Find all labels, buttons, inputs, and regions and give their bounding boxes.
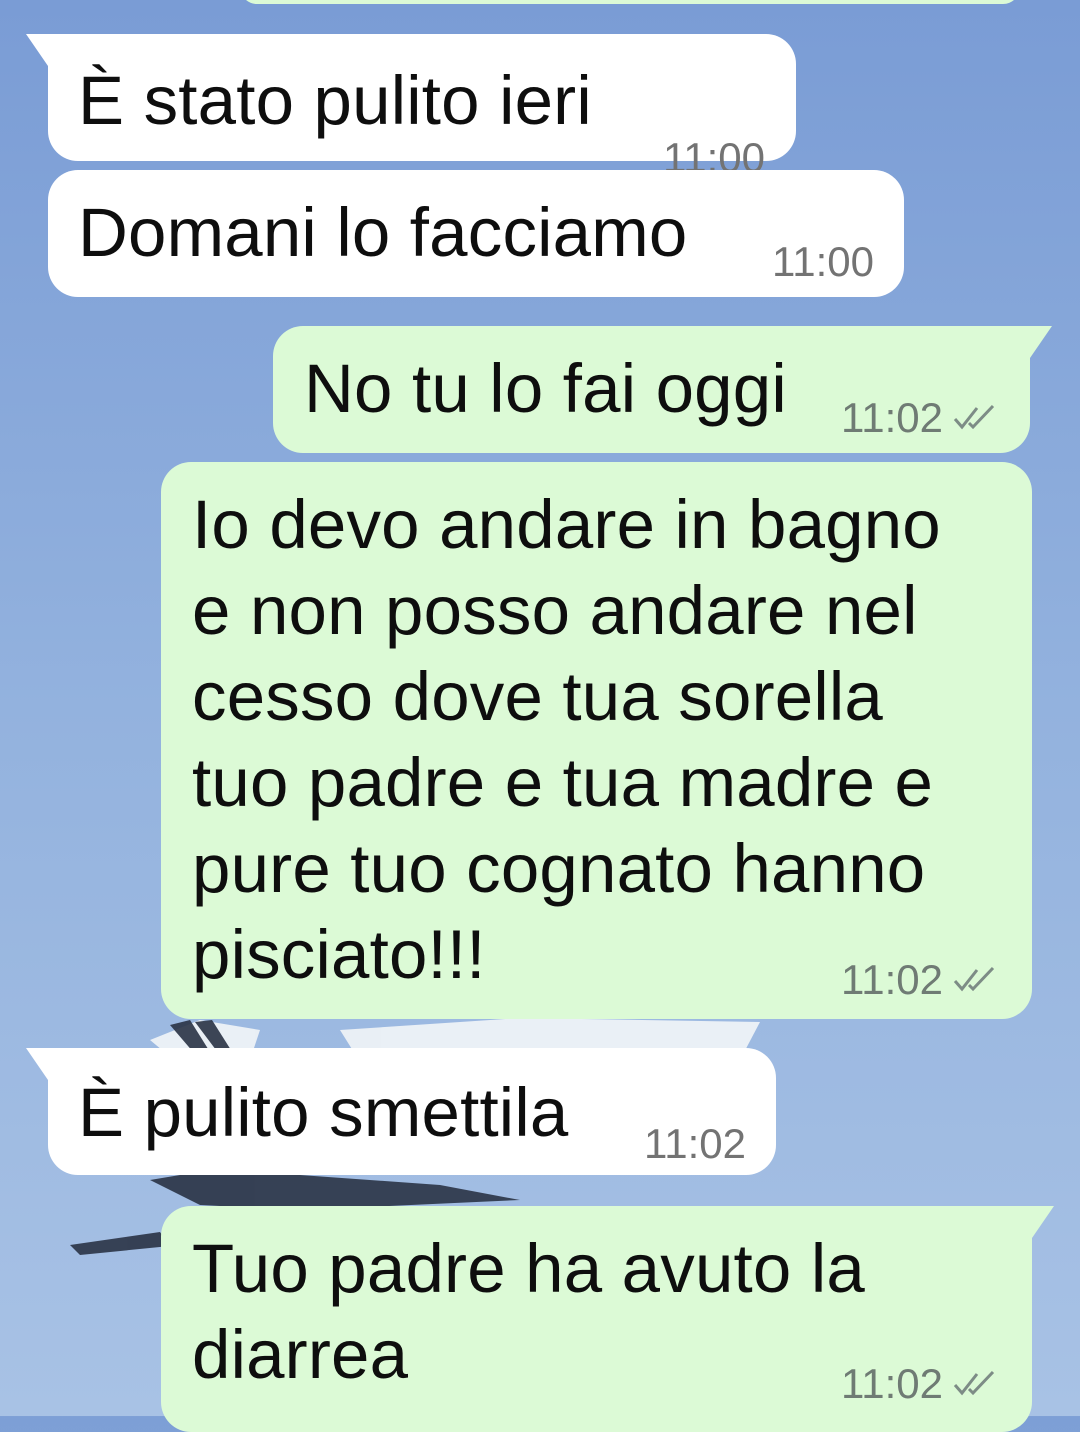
bubble-tail bbox=[1030, 326, 1052, 358]
message-time: 11:00 bbox=[772, 238, 874, 285]
message-timestamp-row: 11:02 bbox=[841, 1360, 997, 1408]
message-text-line: cesso dove tua sorella bbox=[192, 658, 883, 735]
message-time: 11:02 bbox=[644, 1120, 746, 1167]
outgoing-message-bubble[interactable]: Tuo padre ha avuto la diarrea 11:02 bbox=[161, 1206, 1054, 1432]
message-text: È pulito smettila bbox=[78, 1074, 569, 1151]
incoming-message-bubble[interactable]: È stato pulito ieri 11:00 bbox=[26, 34, 796, 181]
double-check-icon bbox=[953, 966, 995, 992]
incoming-message-bubble[interactable]: Domani lo facciamo 11:00 bbox=[48, 170, 904, 297]
message-timestamp-row: 11:02 bbox=[841, 394, 997, 442]
message-text-line: pure tuo cognato hanno bbox=[192, 830, 926, 907]
message-time: 11:02 bbox=[841, 394, 943, 441]
bubble-tail bbox=[26, 34, 48, 66]
message-text-line: diarrea bbox=[192, 1316, 409, 1393]
message-text-line: Tuo padre ha avuto la bbox=[192, 1230, 865, 1307]
message-text-line: Io devo andare in bagno bbox=[192, 486, 941, 563]
message-text-line: e non posso andare nel bbox=[192, 572, 918, 649]
double-check-icon bbox=[953, 404, 995, 430]
message-text: È stato pulito ieri bbox=[78, 62, 592, 139]
message-time: 11:02 bbox=[841, 1360, 943, 1407]
message-text-line: pisciato!!! bbox=[192, 916, 486, 993]
message-timestamp-row: 11:02 bbox=[644, 1120, 746, 1168]
double-check-icon bbox=[953, 1370, 995, 1396]
message-time: 11:02 bbox=[841, 956, 943, 1003]
message-text-line: tuo padre e tua madre e bbox=[192, 744, 934, 821]
message-text: Domani lo facciamo bbox=[78, 194, 688, 271]
previous-message-bubble-edge bbox=[240, 0, 1020, 4]
outgoing-message-bubble[interactable]: Io devo andare in bagno e non posso anda… bbox=[161, 462, 1032, 1019]
message-timestamp-row: 11:02 bbox=[841, 956, 997, 1004]
incoming-message-bubble[interactable]: È pulito smettila 11:02 bbox=[26, 1048, 776, 1175]
message-text: No tu lo fai oggi bbox=[304, 350, 787, 427]
bubble-tail bbox=[1032, 1206, 1054, 1238]
outgoing-message-bubble[interactable]: No tu lo fai oggi 11:02 bbox=[273, 326, 1052, 453]
bubble-tail bbox=[26, 1048, 48, 1080]
message-timestamp-row: 11:00 bbox=[772, 238, 874, 286]
